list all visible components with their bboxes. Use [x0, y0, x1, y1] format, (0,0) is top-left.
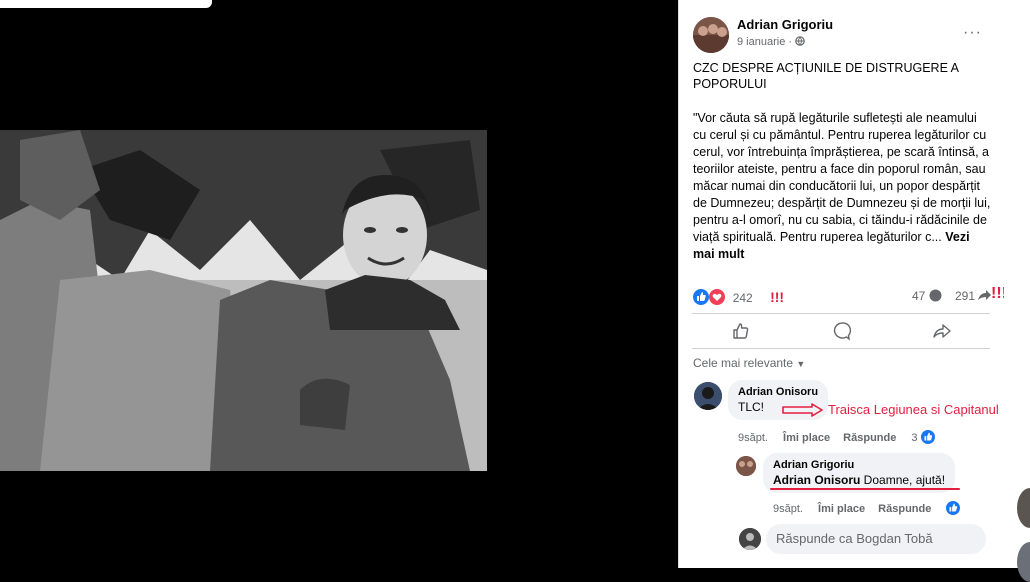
- reply-author[interactable]: Adrian Grigoriu: [773, 459, 945, 471]
- post-author[interactable]: Adrian Grigoriu: [737, 17, 833, 32]
- globe-icon: [795, 36, 805, 48]
- reply-bubble: Adrian Grigoriu Adrian Onisoru Doamne, a…: [763, 453, 956, 493]
- comments-summary[interactable]: 47: [912, 289, 942, 303]
- top-left-bar: [0, 0, 212, 8]
- chevron-down-icon: ▼: [796, 359, 806, 369]
- comment-bubble-icon: [929, 289, 942, 303]
- like-button[interactable]: [731, 321, 751, 341]
- comment-like-count: 3: [911, 432, 918, 444]
- like-reaction-icon: [918, 430, 935, 444]
- comment-time[interactable]: 9săpt.: [738, 432, 768, 444]
- share-icon: [933, 324, 951, 338]
- reply-author-avatar[interactable]: [736, 456, 756, 476]
- like-reaction-icon: [946, 501, 961, 515]
- reply-text: Doamne, ajută!: [860, 473, 946, 487]
- comment-reply-link[interactable]: Răspunde: [843, 432, 896, 444]
- love-reaction-icon: [709, 289, 728, 305]
- comment-button[interactable]: [832, 321, 852, 341]
- share-arrow-icon: [978, 289, 992, 303]
- comment-icon: [833, 322, 852, 341]
- shares-summary[interactable]: 291: [955, 289, 992, 303]
- comment-annotation: Traisca Legiunea si Capitanul: [828, 402, 999, 417]
- comment-author[interactable]: Adrian Onisoru: [738, 386, 818, 398]
- post-photo[interactable]: [0, 130, 487, 471]
- thumbs-up-icon: [733, 323, 749, 339]
- author-avatar-image: [693, 17, 729, 53]
- comment-sort-label: Cele mai relevante: [693, 356, 794, 370]
- reactions-count: 242: [732, 291, 753, 305]
- reply-time[interactable]: 9săpt.: [773, 503, 803, 515]
- post-body-text: "Vor căuta să rupă legăturile sufletești…: [693, 111, 991, 244]
- divider-bottom: [692, 348, 990, 349]
- post-headline: CZC DESPRE ACȚIUNILE DE DISTRUGERE A POP…: [693, 61, 959, 91]
- comment-like-link[interactable]: Îmi place: [783, 432, 830, 444]
- reply-content: Adrian Onisoru Doamne, ajută!: [773, 473, 945, 487]
- red-arrow-icon: [782, 403, 824, 422]
- reply-input[interactable]: Răspunde ca Bogdan Tobă: [766, 524, 986, 554]
- right-edge-column: [1004, 0, 1030, 568]
- post-meta: 9 ianuarie ·: [737, 36, 805, 48]
- author-avatar[interactable]: [693, 17, 729, 53]
- more-options-icon[interactable]: ···: [963, 24, 982, 42]
- reply-actions: 9săpt. Îmi place Răspunde: [773, 501, 972, 515]
- reply-like-link[interactable]: Îmi place: [818, 503, 865, 515]
- commenter-avatar[interactable]: [694, 382, 722, 410]
- reply-underline-annotation: [770, 488, 960, 490]
- shares-count: 291: [955, 289, 976, 303]
- reply-reply-link[interactable]: Răspunde: [878, 503, 931, 515]
- reply-mention[interactable]: Adrian Onisoru: [773, 473, 860, 487]
- comments-count: 47: [912, 289, 926, 303]
- reactions-annotation: !!!: [770, 289, 785, 305]
- share-button[interactable]: [932, 321, 952, 341]
- post-date[interactable]: 9 ianuarie ·: [737, 36, 795, 48]
- divider-top: [692, 313, 990, 314]
- comment-actions: 9săpt. Îmi place Răspunde 3: [738, 430, 947, 444]
- photo-image: [0, 130, 487, 471]
- comment-sort-dropdown[interactable]: Cele mai relevante ▼: [693, 356, 805, 370]
- reactions-summary[interactable]: 242 !!!: [693, 289, 784, 305]
- post-body: "Vor căuta să rupă legăturile sufletești…: [693, 110, 991, 263]
- current-user-avatar[interactable]: [739, 528, 761, 550]
